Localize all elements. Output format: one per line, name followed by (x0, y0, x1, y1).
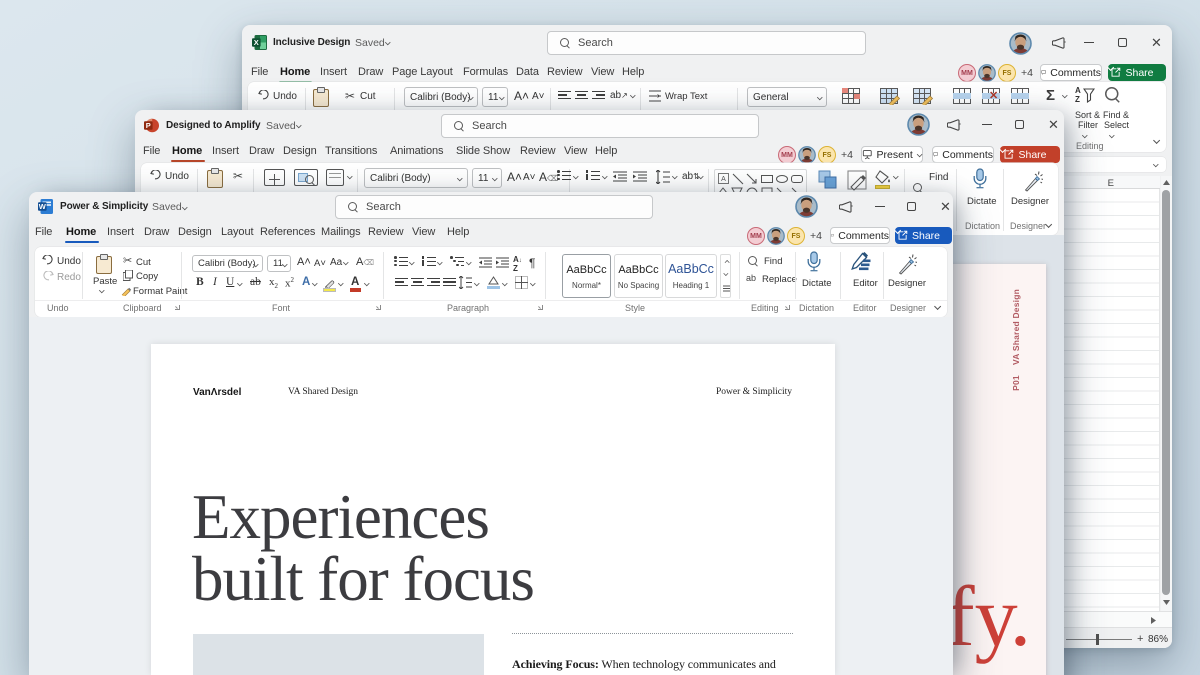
svg-text:X: X (254, 38, 259, 47)
svg-text:P: P (146, 121, 151, 130)
svg-text:W: W (39, 202, 47, 211)
